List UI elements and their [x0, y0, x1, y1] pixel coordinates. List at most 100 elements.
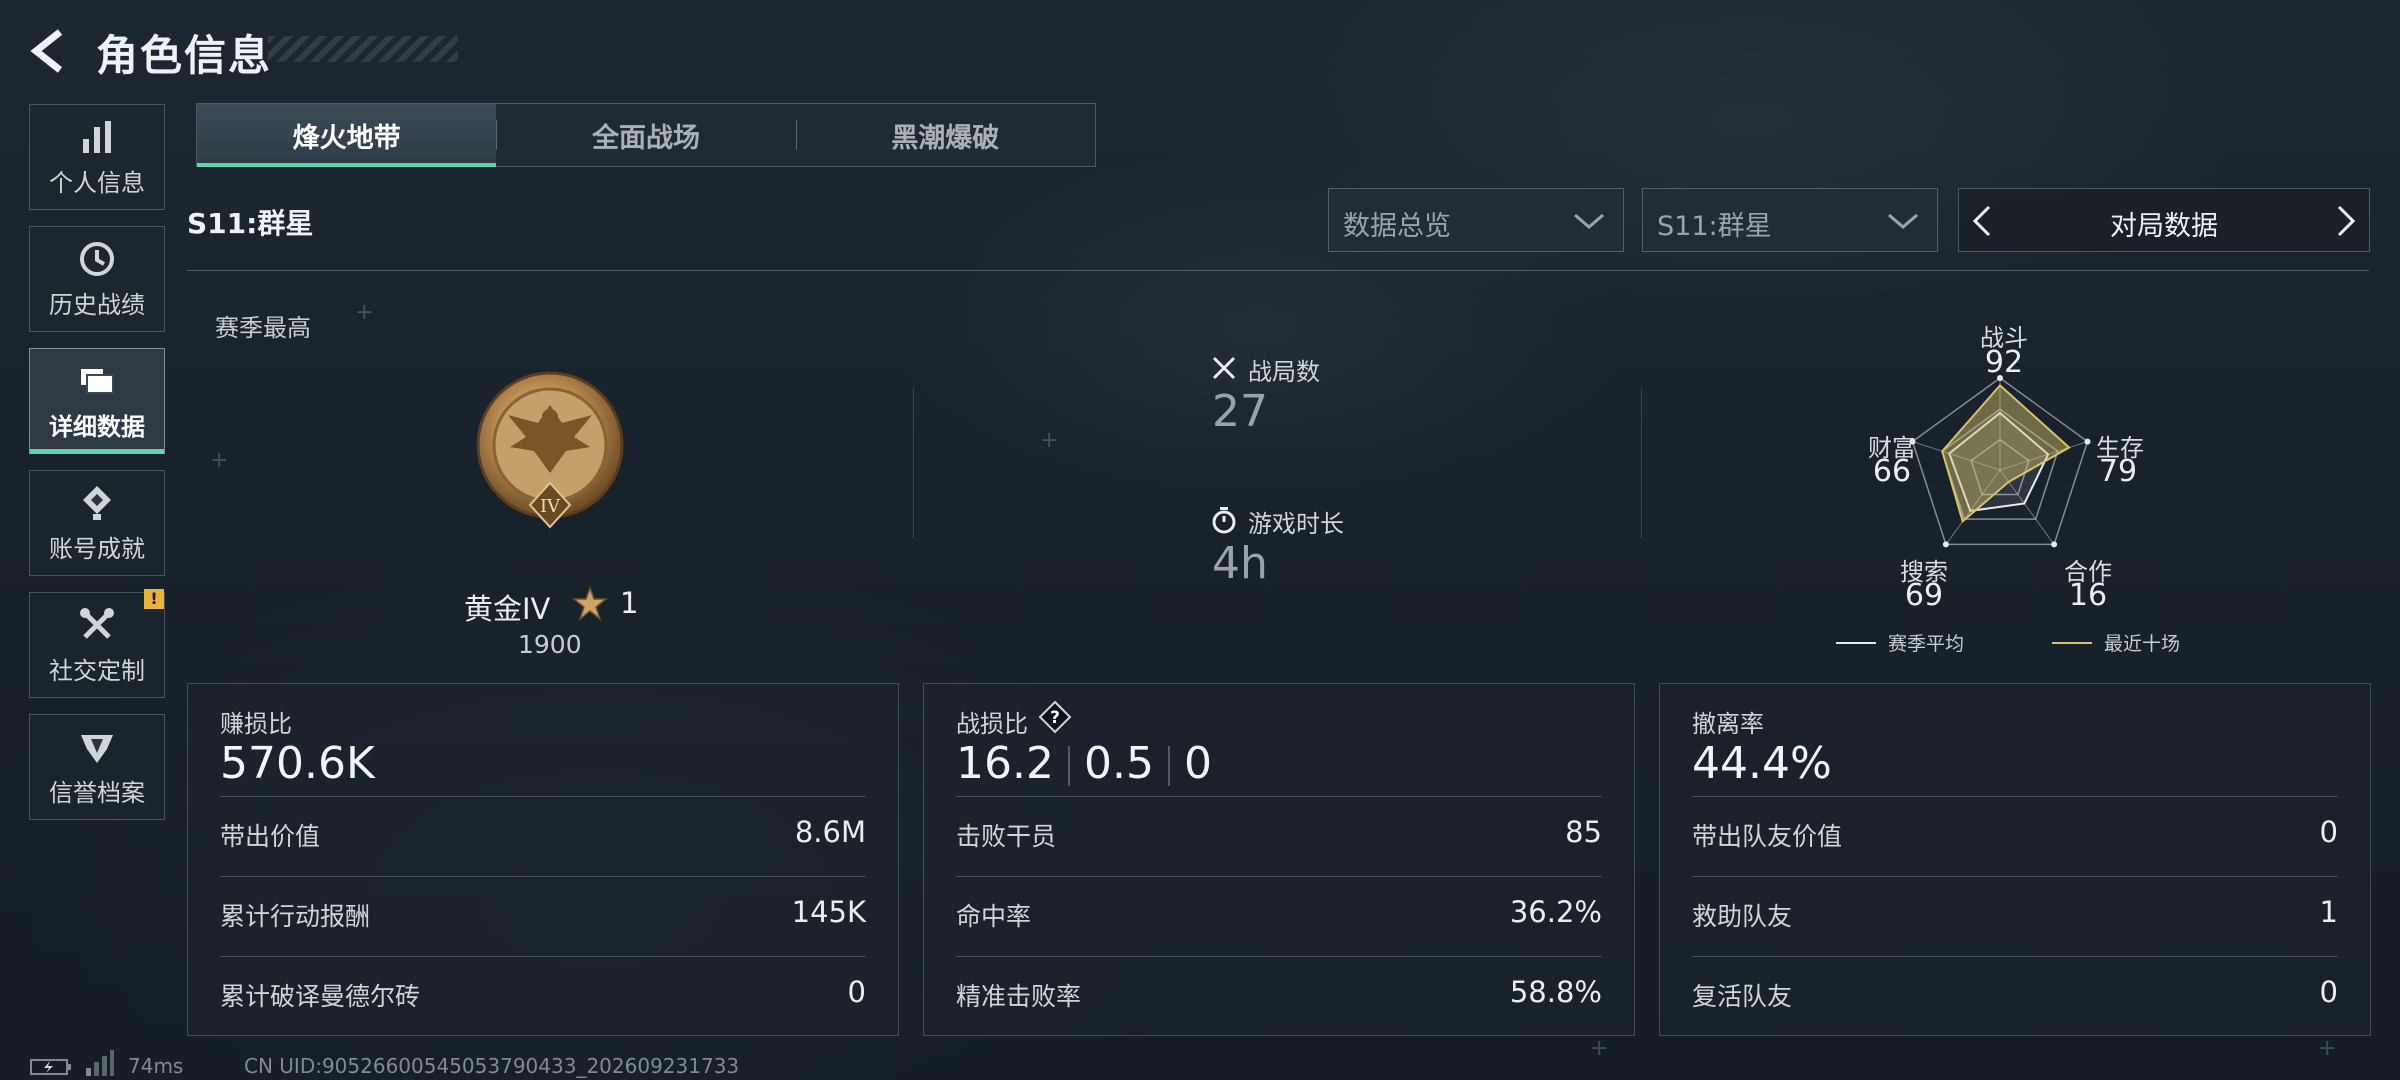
row-divider	[956, 796, 1602, 797]
radar-value-search: 69	[1904, 578, 1944, 613]
panel-main-value: 570.6K	[220, 738, 375, 789]
matches-value: 27	[1212, 386, 1268, 437]
crossed-swords-icon	[1212, 356, 1236, 380]
column-divider	[913, 388, 914, 538]
chevron-down-icon	[1888, 213, 1918, 229]
row-label: 救助队友	[1692, 902, 1793, 931]
row-label: 命中率	[956, 902, 1032, 931]
season-title: S11:群星	[187, 207, 314, 240]
mode-tabs: 烽火地带 全面战场 黑潮爆破	[196, 103, 1096, 167]
row-divider	[956, 876, 1602, 877]
decor-mark: +	[210, 448, 229, 473]
sidebar-item-label: 个人信息	[49, 168, 145, 197]
ping-readout: 74ms	[128, 1054, 184, 1078]
panel-main-value: 44.4%	[1692, 738, 1832, 789]
radar-value-survival: 79	[2098, 454, 2138, 489]
legend-recent: 最近十场	[2104, 633, 2181, 655]
rank-score: 1900	[518, 630, 582, 659]
legend-swatch-season-avg	[1836, 642, 1876, 644]
page-title: 角色信息	[96, 31, 273, 80]
tab-fire-zone[interactable]: 烽火地带	[197, 104, 497, 167]
extract-panel: 撤离率 44.4% 带出队友价值 0 救助队友 1 复活队友 0	[1659, 683, 2371, 1036]
row-label: 累计行动报酬	[220, 902, 371, 931]
radar-axis-dot	[2051, 541, 2058, 548]
sidebar-item-history[interactable]: 历史战绩	[29, 226, 165, 332]
radar-value-wealth: 66	[1872, 454, 1912, 489]
tools-icon	[80, 607, 114, 639]
medal-numeral: IV	[540, 496, 561, 517]
gold-rank-medal-icon: IV	[476, 371, 624, 529]
row-label: 击败干员	[956, 822, 1057, 851]
column-divider	[1641, 388, 1642, 538]
help-glyph: ?	[1050, 708, 1060, 728]
row-label: 带出队友价值	[1692, 822, 1843, 851]
rank-star-count: 1	[620, 586, 639, 620]
row-value: 8.6M	[794, 815, 866, 849]
history-icon	[80, 241, 114, 276]
playtime-value: 4h	[1212, 538, 1268, 589]
sidebar-item-reputation[interactable]: 信誉档案	[29, 714, 165, 820]
decor-mark: +	[1040, 428, 1059, 453]
legend-swatch-recent	[2052, 642, 2092, 644]
row-label: 累计破译曼德尔砖	[220, 982, 421, 1011]
row-label: 复活队友	[1692, 982, 1793, 1011]
radar-value-teamwork: 16	[2068, 578, 2108, 613]
decor-mark: +	[2318, 1036, 2337, 1061]
season-high-label: 赛季最高	[215, 314, 311, 342]
help-icon[interactable]: ?	[1038, 700, 1072, 734]
row-divider	[1692, 796, 2338, 797]
battery-icon	[30, 1059, 71, 1075]
row-value: 0	[847, 975, 866, 1009]
panel-title: 战损比	[956, 710, 1028, 738]
sidebar-item-detailed-data[interactable]: 详细数据	[29, 348, 165, 454]
row-value: 85	[1565, 815, 1602, 849]
kd-value-2: 0.5	[1083, 738, 1154, 789]
back-arrow-icon[interactable]	[26, 28, 72, 74]
season-dropdown[interactable]: S11:群星	[1642, 188, 1938, 252]
chevron-right-icon[interactable]	[2331, 203, 2361, 239]
pager-value: 对局数据	[2110, 211, 2218, 242]
rank-name: 黄金IV	[464, 592, 551, 626]
row-value: 145K	[791, 895, 866, 929]
row-value: 0	[2319, 815, 2338, 849]
row-divider	[220, 876, 866, 877]
panel-title: 撤离率	[1692, 710, 1764, 738]
achievement-icon	[83, 485, 111, 520]
row-divider	[220, 956, 866, 957]
row-label: 带出价值	[220, 822, 321, 851]
value-divider	[1067, 746, 1070, 786]
tab-black-tide[interactable]: 黑潮爆破	[795, 104, 1095, 166]
panel-title: 赚损比	[220, 710, 292, 738]
value-divider	[1167, 746, 1170, 786]
data-mode-pager: 对局数据	[1958, 188, 2370, 252]
signal-icon	[86, 1050, 114, 1076]
row-divider	[220, 796, 866, 797]
profit-panel: 赚损比 570.6K 带出价值 8.6M 累计行动报酬 145K 累计破译曼德尔…	[187, 683, 899, 1036]
decor-mark: +	[355, 300, 374, 325]
row-label: 精准击败率	[956, 982, 1082, 1011]
row-value: 0	[2319, 975, 2338, 1009]
sidebar-item-personal-info[interactable]: 个人信息	[29, 104, 165, 210]
section-divider	[187, 270, 2369, 271]
tab-full-battlefield[interactable]: 全面战场	[496, 104, 795, 166]
sidebar-item-label: 信誉档案	[49, 778, 145, 807]
chevron-down-icon	[1574, 213, 1604, 229]
radar-axis-dot	[1942, 541, 1949, 548]
row-divider	[1692, 956, 2338, 957]
title-decoration	[268, 36, 458, 62]
matches-label: 战局数	[1248, 358, 1320, 386]
legend-season-avg: 赛季平均	[1888, 633, 1965, 655]
user-uid: CN UID:9052660054505379043​3_20260923173…	[244, 1054, 740, 1078]
notification-badge: !	[144, 589, 164, 609]
dropdown-value: 数据总览	[1343, 211, 1451, 242]
sidebar-item-label: 社交定制	[49, 656, 145, 685]
radar-value-combat: 92	[1984, 345, 2024, 380]
sidebar-item-achievements[interactable]: 账号成就	[29, 470, 165, 576]
sidebar-item-label: 历史战绩	[49, 290, 145, 319]
dropdown-value: S11:群星	[1657, 211, 1772, 242]
row-value: 58.8%	[1509, 975, 1602, 1009]
kd-values: 16.2 0.5 0	[956, 738, 1212, 789]
row-divider	[1692, 876, 2338, 877]
combat-panel: 战损比 ? 16.2 0.5 0 击败干员 85 命中率 36.2% 精准击败率 5…	[923, 683, 1635, 1036]
data-type-dropdown[interactable]: 数据总览	[1328, 188, 1624, 252]
